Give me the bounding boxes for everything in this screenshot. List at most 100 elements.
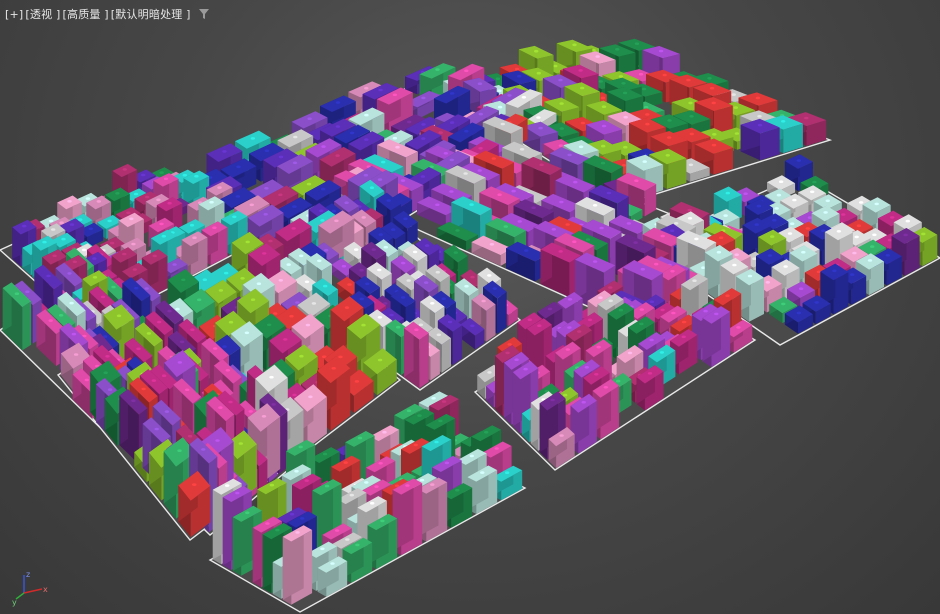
brick-stud bbox=[335, 154, 340, 157]
brick-stud bbox=[172, 263, 177, 266]
brick-stud bbox=[115, 192, 120, 195]
brick-stud bbox=[603, 386, 608, 389]
brick-stud bbox=[134, 286, 139, 290]
brick-stud bbox=[438, 419, 443, 423]
brick-stud bbox=[304, 280, 310, 284]
brick-stud bbox=[670, 269, 675, 273]
brick-stud bbox=[217, 186, 222, 189]
brick-stud bbox=[527, 318, 532, 322]
funnel-icon[interactable] bbox=[198, 8, 210, 20]
brick-stud bbox=[51, 228, 56, 231]
brick-stud bbox=[553, 64, 558, 68]
brick-stud bbox=[349, 131, 355, 135]
brick-stud bbox=[354, 380, 360, 383]
brick-stud bbox=[642, 160, 647, 163]
brick-stud bbox=[391, 228, 396, 231]
brick-stud bbox=[480, 471, 485, 474]
lighting-mode-button[interactable]: [默认明暗处理 ] bbox=[110, 6, 192, 22]
brick-stud bbox=[774, 207, 779, 210]
brick-stud bbox=[107, 219, 112, 223]
brick-stud bbox=[701, 266, 706, 270]
brick-stud bbox=[295, 301, 300, 304]
brick-stud bbox=[747, 274, 753, 278]
brick-stud bbox=[856, 224, 862, 227]
brick-stud bbox=[551, 228, 556, 231]
brick-stud bbox=[377, 178, 383, 181]
brick-stud bbox=[250, 298, 256, 302]
brick-stud bbox=[116, 314, 122, 318]
brick-stud bbox=[885, 254, 890, 257]
brick-stud bbox=[601, 105, 607, 108]
brick-stud bbox=[709, 86, 715, 90]
brick-stud bbox=[236, 165, 241, 169]
brick-stud bbox=[212, 226, 217, 229]
brick-stud bbox=[396, 325, 401, 329]
lego-brick bbox=[404, 321, 429, 389]
brick-stud bbox=[354, 248, 359, 251]
brick-stud bbox=[534, 49, 539, 53]
brick-stud bbox=[192, 483, 197, 486]
brick-stud bbox=[245, 240, 250, 244]
brick-stud bbox=[22, 224, 27, 228]
brick-stud bbox=[400, 296, 406, 299]
brick-stud bbox=[618, 308, 624, 312]
brick-stud bbox=[225, 484, 230, 487]
view-type-button[interactable]: [透视 ] bbox=[24, 6, 61, 22]
brick-stud bbox=[606, 191, 612, 195]
brick-stud bbox=[654, 262, 659, 266]
brick-stud bbox=[443, 152, 448, 155]
brick-stud bbox=[539, 163, 544, 167]
brick-stud bbox=[517, 220, 522, 223]
brick-stud bbox=[71, 332, 77, 336]
brick-stud bbox=[565, 348, 570, 351]
brick-stud bbox=[519, 148, 525, 151]
brick-stud bbox=[743, 192, 748, 195]
brick-stud bbox=[299, 254, 304, 258]
brick-stud bbox=[497, 105, 503, 109]
brick-stud bbox=[558, 78, 563, 82]
brick-stud bbox=[378, 233, 383, 236]
brick-stud bbox=[536, 71, 541, 75]
brick-stud bbox=[492, 287, 497, 290]
brick-stud bbox=[441, 400, 447, 403]
brick-stud bbox=[841, 213, 846, 216]
shading-mode-button[interactable]: [高质量 ] bbox=[62, 6, 110, 22]
brick-stud bbox=[633, 241, 638, 244]
brick-stud bbox=[46, 274, 51, 278]
brick-stud bbox=[181, 278, 186, 282]
brick-stud bbox=[322, 452, 328, 456]
brick-stud bbox=[524, 249, 529, 252]
viewport-menu-button[interactable]: [+] bbox=[4, 8, 24, 21]
brick-stud bbox=[547, 307, 553, 311]
brick-stud bbox=[711, 143, 717, 147]
brick-stud bbox=[623, 145, 628, 149]
brick-stud bbox=[725, 191, 730, 195]
brick-stud bbox=[69, 223, 75, 226]
brick-stud bbox=[615, 48, 620, 51]
brick-stud bbox=[418, 323, 424, 327]
lego-brick bbox=[282, 525, 313, 605]
brick-stud bbox=[267, 323, 272, 327]
perspective-viewport[interactable]: [+] [透视 ] [高质量 ] [默认明暗处理 ] z x y bbox=[0, 0, 940, 614]
brick-stud bbox=[688, 101, 693, 105]
brick-stud bbox=[431, 397, 436, 400]
brick-stud bbox=[783, 265, 788, 268]
scene-canvas[interactable] bbox=[0, 0, 940, 614]
brick-stud bbox=[240, 277, 245, 280]
brick-stud bbox=[592, 260, 598, 263]
brick-stud bbox=[222, 345, 227, 348]
brick-stud bbox=[587, 318, 593, 322]
brick-stud bbox=[787, 232, 793, 235]
brick-stud bbox=[489, 243, 495, 246]
brick-stud bbox=[572, 240, 577, 243]
brick-stud bbox=[42, 240, 47, 244]
brick-stud bbox=[364, 86, 369, 90]
brick-stud bbox=[596, 345, 601, 349]
brick-stud bbox=[725, 294, 730, 298]
brick-stud bbox=[424, 281, 429, 284]
brick-stud bbox=[770, 235, 775, 238]
brick-stud bbox=[733, 106, 738, 109]
brick-stud bbox=[714, 312, 719, 316]
brick-stud bbox=[686, 78, 691, 82]
brick-stud bbox=[292, 205, 297, 208]
